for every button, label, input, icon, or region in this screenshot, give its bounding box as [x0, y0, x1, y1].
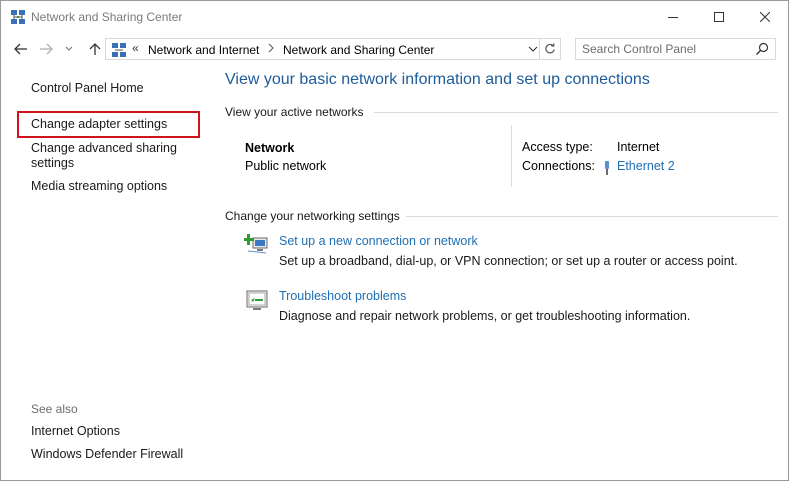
control-panel-home-link[interactable]: Control Panel Home [31, 81, 144, 96]
access-type-value: Internet [617, 140, 660, 154]
connections-label: Connections: [522, 159, 595, 173]
access-type-label: Access type: [522, 140, 593, 154]
networking-settings-heading: Change your networking settings [225, 209, 400, 223]
refresh-button[interactable] [539, 38, 561, 60]
troubleshoot-problems-link[interactable]: Troubleshoot problems [279, 289, 406, 303]
navigation-bar: « Network and Internet Network and Shari… [1, 35, 788, 63]
network-sharing-icon [10, 9, 26, 25]
troubleshoot-description: Diagnose and repair network problems, or… [279, 309, 691, 323]
chevron-down-icon [528, 46, 538, 52]
troubleshoot-icon [244, 288, 270, 312]
ethernet-icon [602, 161, 612, 175]
breadcrumb-network-internet[interactable]: Network and Internet [148, 43, 259, 57]
page-title: View your basic network information and … [225, 71, 650, 88]
windows-defender-firewall-link[interactable]: Windows Defender Firewall [31, 447, 183, 462]
search-box[interactable] [575, 38, 776, 60]
control-panel-icon [111, 42, 127, 58]
setup-connection-description: Set up a broadband, dial-up, or VPN conn… [279, 254, 738, 268]
recent-locations-button[interactable] [63, 39, 75, 59]
network-category: Public network [245, 159, 327, 173]
network-sharing-window: Network and Sharing Center « Network and… [0, 0, 789, 481]
back-button[interactable] [11, 39, 31, 59]
close-button[interactable] [742, 1, 788, 32]
close-icon [760, 11, 770, 22]
network-name: Network [245, 141, 295, 155]
new-connection-icon [243, 233, 270, 257]
change-advanced-sharing-line1: Change advanced sharing [31, 141, 177, 155]
breadcrumb-network-sharing[interactable]: Network and Sharing Center [283, 43, 434, 57]
up-button[interactable] [85, 39, 105, 59]
ethernet-connection-link[interactable]: Ethernet 2 [617, 159, 675, 173]
back-arrow-icon [14, 43, 27, 55]
change-adapter-settings-link[interactable]: Change adapter settings [31, 117, 167, 132]
search-input[interactable] [582, 41, 747, 57]
address-bar[interactable]: « Network and Internet Network and Shari… [105, 38, 560, 60]
change-advanced-sharing-line2: settings [31, 156, 75, 170]
active-networks-heading: View your active networks [225, 105, 364, 119]
setup-connection-link[interactable]: Set up a new connection or network [279, 234, 478, 248]
left-task-pane: Control Panel Home Change adapter settin… [1, 67, 216, 480]
minimize-icon [668, 16, 678, 18]
media-streaming-options-link[interactable]: Media streaming options [31, 179, 167, 194]
internet-options-link[interactable]: Internet Options [31, 424, 120, 439]
maximize-icon [714, 11, 724, 22]
chevron-down-icon [65, 46, 73, 51]
window-title: Network and Sharing Center [31, 10, 183, 24]
see-also-heading: See also [31, 402, 78, 416]
divider [406, 216, 778, 217]
change-advanced-sharing-link[interactable]: Change advanced sharing settings [31, 141, 177, 171]
forward-arrow-icon [40, 43, 53, 55]
maximize-button[interactable] [696, 1, 742, 32]
breadcrumb-overflow[interactable]: « [132, 41, 139, 55]
up-arrow-icon [89, 43, 101, 55]
divider [374, 112, 778, 113]
main-content: View your basic network information and … [216, 63, 788, 480]
search-icon[interactable] [755, 42, 769, 56]
refresh-icon [545, 43, 555, 54]
forward-button[interactable] [36, 39, 56, 59]
title-bar: Network and Sharing Center [1, 1, 788, 33]
breadcrumb-chevron-icon[interactable] [268, 42, 274, 56]
minimize-button[interactable] [650, 1, 696, 32]
divider [511, 125, 512, 187]
